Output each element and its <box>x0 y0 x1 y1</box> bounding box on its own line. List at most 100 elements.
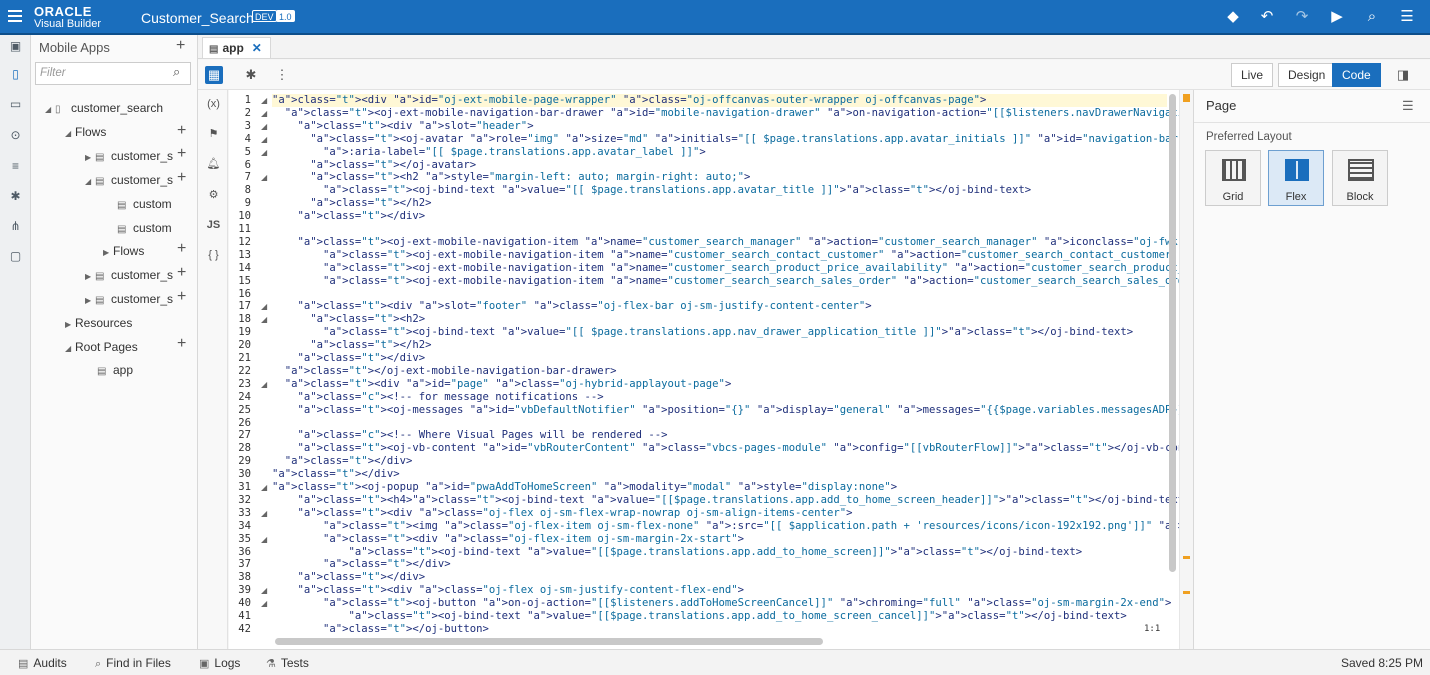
tree-item-page-2[interactable]: ▤ custom <box>117 219 172 237</box>
code-line[interactable]: "a">class="t"><div "a">id="page" "a">cla… <box>272 378 1172 391</box>
layout-flex-option[interactable]: Flex <box>1268 150 1324 206</box>
tree-item-page-1[interactable]: ▤ custom <box>117 195 172 213</box>
code-line[interactable]: "a">class="t"><div "a">slot="header"> <box>272 120 1172 133</box>
json-icon[interactable]: { } <box>205 247 222 264</box>
live-mode-button[interactable]: Live <box>1231 63 1274 87</box>
add-page-icon[interactable]: + <box>177 146 186 162</box>
javascript-icon[interactable]: JS <box>205 217 222 234</box>
code-line[interactable]: "a">class="t"><oj-ext-mobile-navigation-… <box>272 107 1192 120</box>
code-line[interactable]: "a">class="t"><h2 "a">style="margin-left… <box>272 171 1172 184</box>
code-line[interactable]: "a">class="t"></div> <box>272 210 1172 223</box>
code-line[interactable]: "a">class="t"><div "a">class="oj-flex oj… <box>272 584 1172 597</box>
code-line[interactable]: "a">class="t"><oj-bind-text "a">value="[… <box>272 546 1172 559</box>
fold-toggle-icon[interactable]: ◢ <box>261 107 267 120</box>
layout-grid-option[interactable]: Grid <box>1205 150 1261 206</box>
code-line[interactable]: "a">class="t"></div> <box>272 455 1172 468</box>
code-line[interactable] <box>272 417 1172 430</box>
code-line[interactable]: "a">class="t"></div> <box>272 352 1172 365</box>
code-line[interactable]: "a">class="t"><div "a">slot="footer" "a"… <box>272 300 1172 313</box>
business-objects-icon[interactable]: ≡ <box>8 159 23 174</box>
fold-toggle-icon[interactable]: ◢ <box>261 378 267 391</box>
logs-button[interactable]: ▣ Logs <box>199 656 240 670</box>
code-line[interactable]: "a">class="c"><!-- Where Visual Pages wi… <box>272 429 1172 442</box>
add-page-icon[interactable]: + <box>177 265 186 281</box>
search-icon[interactable]: ⌕ <box>1364 9 1380 25</box>
services-icon[interactable]: ⊙ <box>8 128 23 143</box>
add-page-icon[interactable]: + <box>177 289 186 305</box>
code-line[interactable] <box>272 288 1172 301</box>
code-line[interactable]: "a">class="t"><oj-bind-text "a">value="[… <box>272 184 1172 197</box>
code-line[interactable]: "a">class="t"><h2> <box>272 313 1172 326</box>
mobile-apps-icon[interactable]: ▯ <box>8 67 23 82</box>
code-line[interactable]: "a">class="t"><div "a">class="oj-flex-it… <box>272 533 1172 546</box>
code-line[interactable]: "a">class="t"><oj-bind-text "a">value="[… <box>272 326 1172 339</box>
tree-item-flow-4[interactable]: ▶ ▤ customer_s <box>85 290 173 308</box>
find-in-files-button[interactable]: ⌕ Find in Files <box>95 656 171 671</box>
properties-toggle-icon[interactable]: ◨ <box>1394 66 1412 84</box>
code-line[interactable]: "a">class="t"><h4>"a">class="t"><oj-bind… <box>272 494 1192 507</box>
source-view-icon[interactable]: ▢ <box>8 249 23 264</box>
code-line[interactable]: "a">class="t"><oj-ext-mobile-navigation-… <box>272 275 1192 288</box>
tree-item-flow-3[interactable]: ▶ ▤ customer_s <box>85 266 173 284</box>
code-line[interactable]: "a">:aria-label="[[ $page.translations.a… <box>272 146 1172 159</box>
code-line[interactable]: "a">class="t"><oj-messages "a">id="vbDef… <box>272 404 1191 417</box>
code-line[interactable]: "a">class="t"></oj-avatar> <box>272 159 1172 172</box>
undo-icon[interactable]: ↶ <box>1259 9 1275 25</box>
layout-block-option[interactable]: Block <box>1332 150 1388 206</box>
code-line[interactable]: "a">class="t"></div> <box>272 468 1172 481</box>
fold-toggle-icon[interactable]: ◢ <box>261 481 267 494</box>
code-line[interactable]: "a">class="t"><img "a">class="oj-flex-it… <box>272 520 1192 533</box>
tree-item-app-page[interactable]: ▤ app <box>97 361 133 379</box>
horizontal-scrollbar[interactable] <box>275 638 823 645</box>
code-line[interactable]: "a">class="t"><oj-button "a">on-oj-actio… <box>272 597 1172 610</box>
fold-toggle-icon[interactable]: ◢ <box>261 533 267 546</box>
audits-button[interactable]: ▤ Audits <box>18 656 67 670</box>
fold-toggle-icon[interactable]: ◢ <box>261 584 267 597</box>
code-line[interactable]: "a">class="t"><oj-ext-mobile-navigation-… <box>272 249 1192 262</box>
app-title[interactable]: Customer_Search <box>141 10 254 26</box>
design-mode-button[interactable]: Design <box>1278 63 1336 87</box>
code-line[interactable]: "a">class="t"></h2> <box>272 197 1172 210</box>
code-line[interactable]: "a">class="t"><div "a">class="oj-flex oj… <box>272 507 1172 520</box>
code-line[interactable]: "a">class="t"></div> <box>272 558 1172 571</box>
code-mode-button[interactable]: Code <box>1332 63 1381 87</box>
tree-item-app[interactable]: ◢ ▯ customer_search <box>45 99 163 117</box>
vertical-scrollbar[interactable] <box>1169 94 1176 572</box>
settings-icon[interactable]: ⚙ <box>205 187 222 204</box>
code-line[interactable]: "a">class="t"></oj-ext-mobile-navigation… <box>272 365 1172 378</box>
fold-toggle-icon[interactable]: ◢ <box>261 313 267 326</box>
events-icon[interactable]: 🔔︎ <box>205 156 222 173</box>
code-line[interactable]: "a">class="t"><oj-vb-content "a">id="vbR… <box>272 442 1192 455</box>
tree-item-resources[interactable]: ▶ Resources <box>65 314 132 332</box>
components-palette-icon[interactable]: ✱ <box>242 66 260 84</box>
filter-input[interactable]: Filter <box>35 62 191 85</box>
fold-toggle-icon[interactable]: ◢ <box>261 133 267 146</box>
code-editor[interactable]: 1 ◢ 2 ◢ 3 ◢ 4 ◢ 5 ◢ 6 7 ◢ 8 9 10 11 12 13 14 15 16 17 ◢ 18 ◢ 19 20 2… <box>229 90 1192 649</box>
tree-item-flow-2[interactable]: ◢ ▤ customer_s <box>85 171 173 189</box>
code-line[interactable]: "a">class="t"></h2> <box>272 339 1172 352</box>
overflow-menu-icon[interactable]: ☰ <box>1399 9 1415 25</box>
code-line[interactable]: "a">class="t"><oj-popup "a">id="pwaAddTo… <box>272 481 1172 494</box>
filter-search-icon[interactable]: ⌕ <box>173 65 180 79</box>
add-page-icon[interactable]: + <box>177 170 186 186</box>
add-flow-icon[interactable]: + <box>177 241 186 257</box>
hamburger-menu-icon[interactable] <box>8 10 22 22</box>
fold-toggle-icon[interactable]: ◢ <box>261 507 267 520</box>
flag-icon[interactable]: ⚑ <box>205 126 222 143</box>
fold-toggle-icon[interactable]: ◢ <box>261 120 267 133</box>
code-line[interactable]: "a">class="c"><!-- for message notificat… <box>272 391 1172 404</box>
tab-app[interactable]: ▤ app ✕ <box>202 37 271 58</box>
tree-item-root-pages[interactable]: ◢ Root Pages <box>65 338 138 356</box>
add-root-page-icon[interactable]: + <box>177 336 186 352</box>
tree-item-subflows[interactable]: ▶ Flows <box>103 242 144 260</box>
close-tab-icon[interactable]: ✕ <box>252 41 262 55</box>
add-flow-icon[interactable]: + <box>177 123 186 139</box>
code-line[interactable]: "a">class="t"><oj-ext-mobile-navigation-… <box>272 262 1192 275</box>
add-app-icon[interactable]: + <box>176 38 185 54</box>
fold-toggle-icon[interactable]: ◢ <box>261 300 267 313</box>
fold-toggle-icon[interactable]: ◢ <box>261 171 267 184</box>
code-line[interactable]: "a">class="t"></oj-button> <box>272 623 1172 636</box>
fold-toggle-icon[interactable]: ◢ <box>261 146 267 159</box>
run-icon[interactable]: ▶ <box>1329 9 1345 25</box>
fold-toggle-icon[interactable]: ◢ <box>261 94 267 107</box>
